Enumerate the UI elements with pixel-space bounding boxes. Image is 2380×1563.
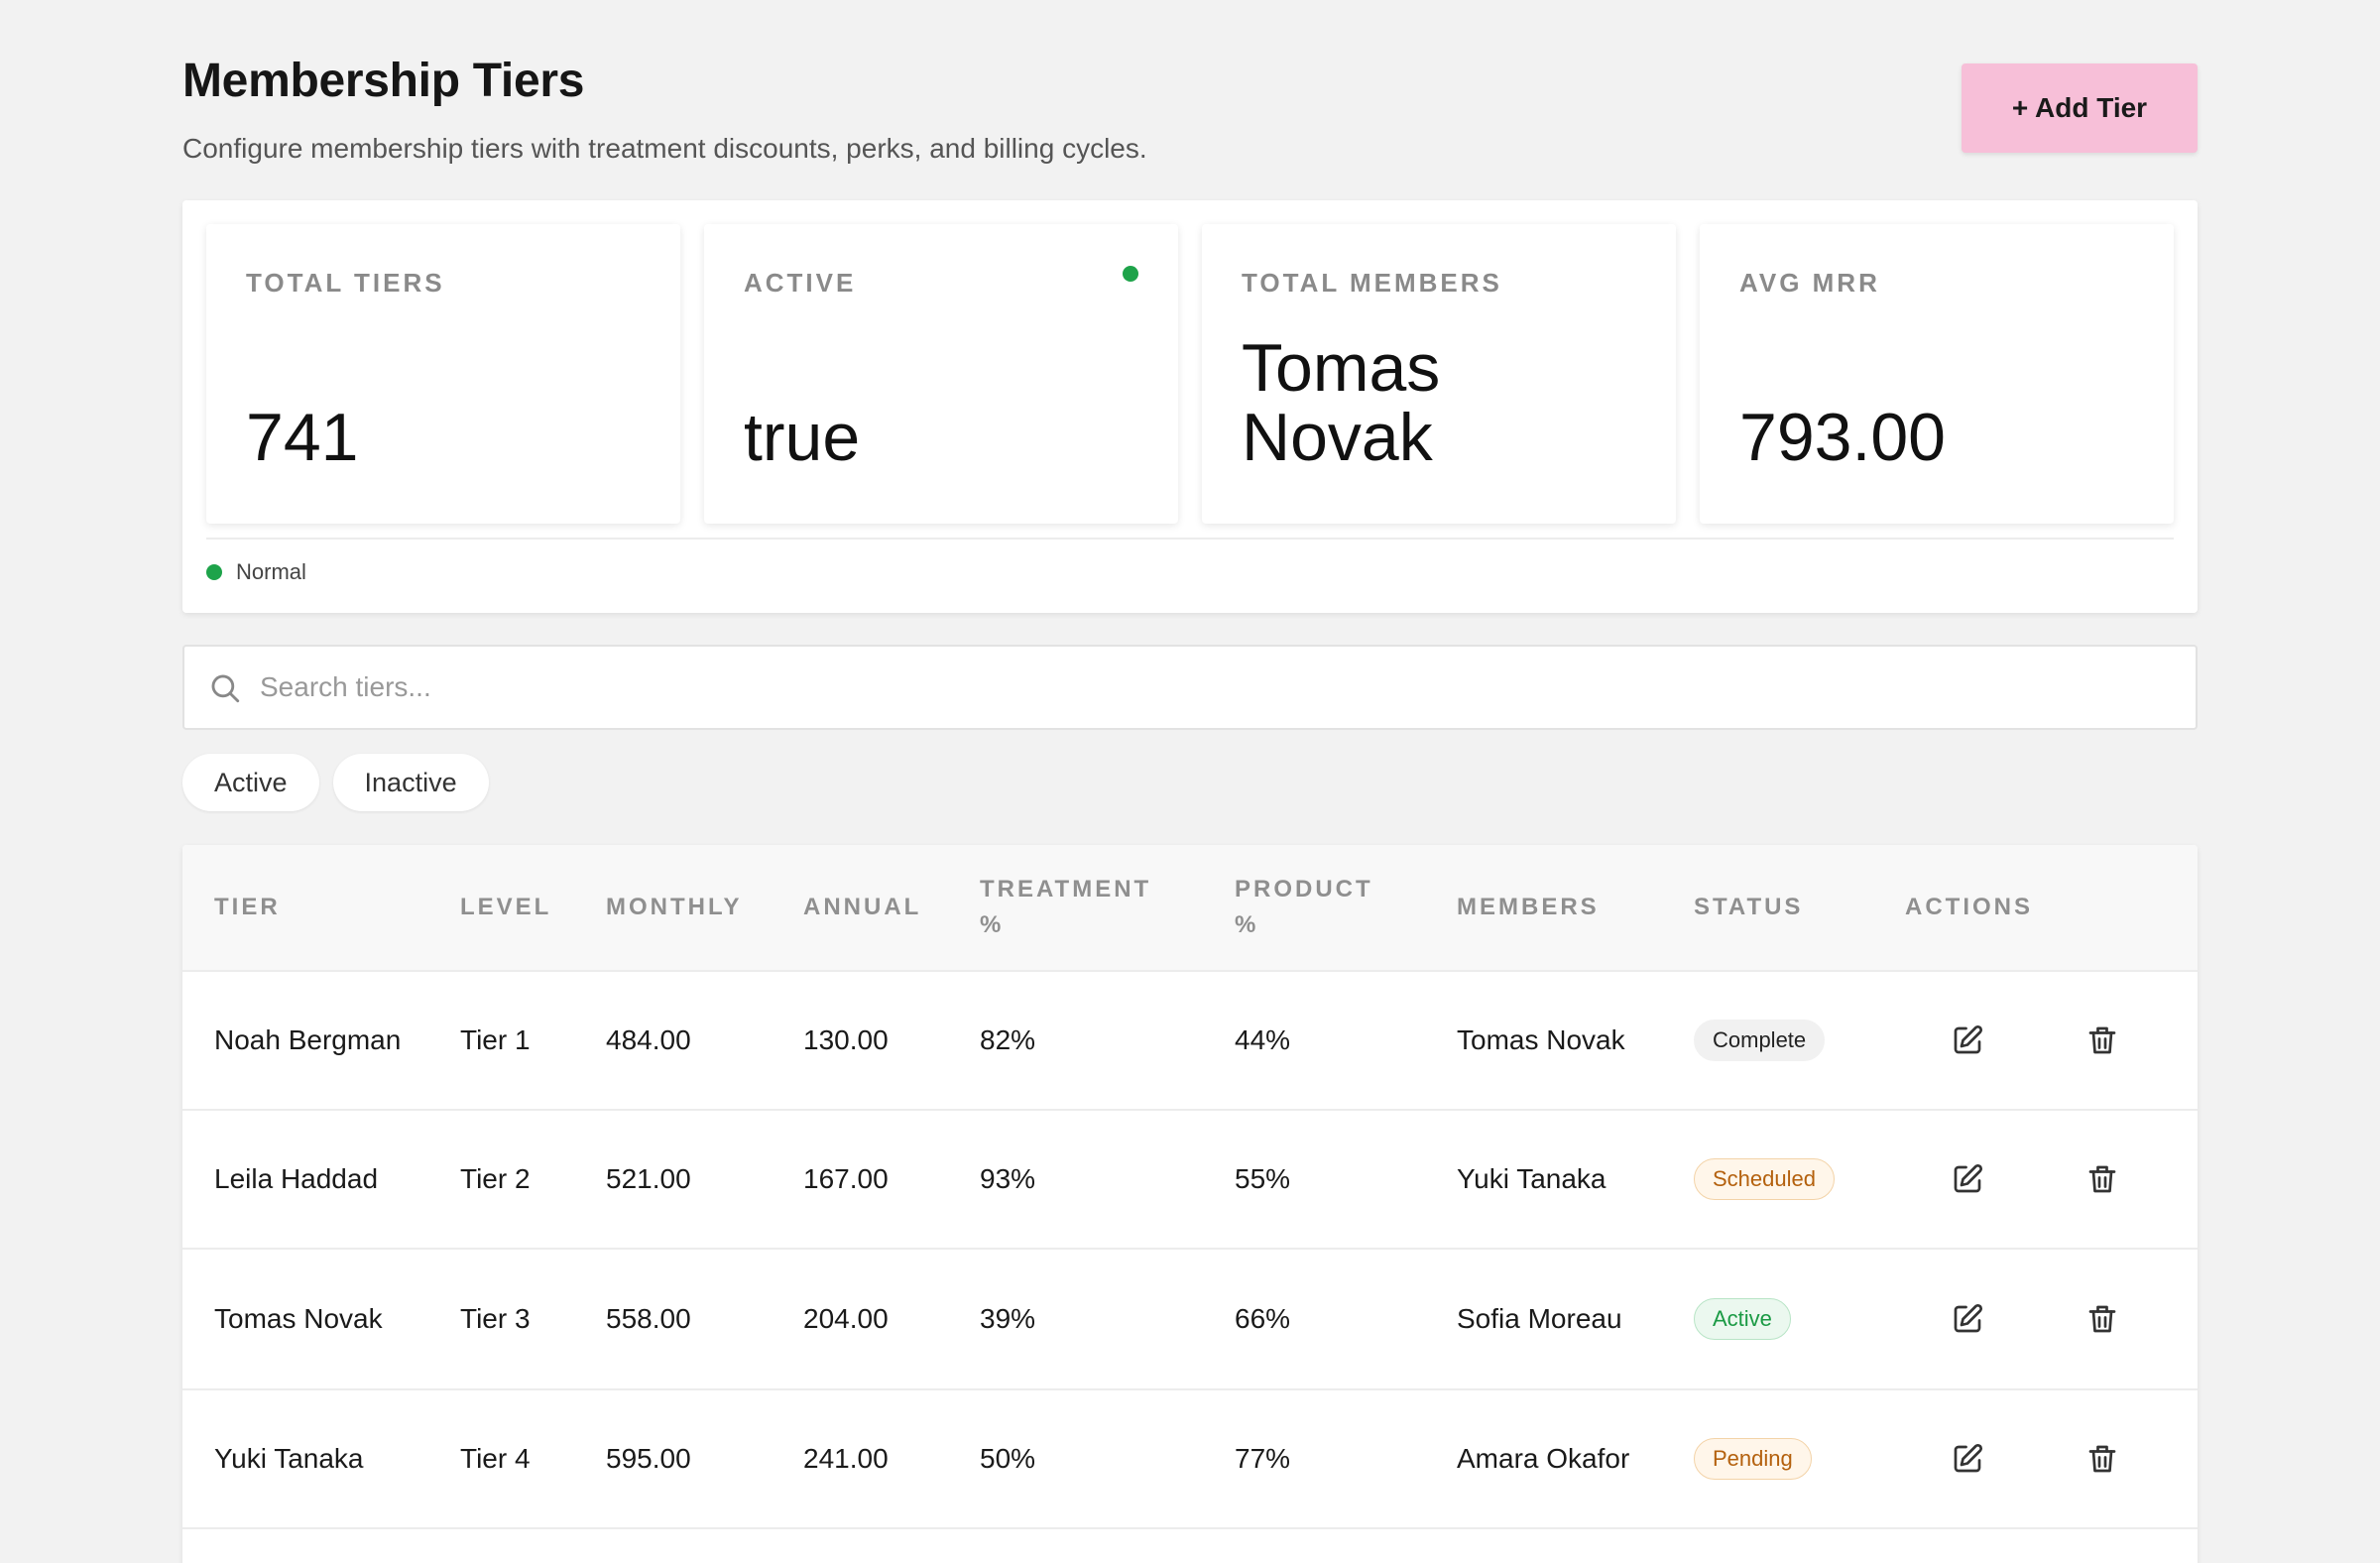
status-badge: Active <box>1694 1298 1791 1340</box>
search-box <box>182 645 2198 730</box>
column-header-tier: TIER <box>214 894 281 920</box>
status-badge: Complete <box>1694 1020 1826 1061</box>
column-header-product: PRODUCT % <box>1235 876 1373 938</box>
search-icon <box>211 674 240 703</box>
table-row: Tomas Novak Tier 3 558.00 204.00 39% 66%… <box>182 1248 2198 1388</box>
stat-label: AVG MRR <box>1739 268 1880 298</box>
column-header-status: STATUS <box>1694 894 1804 920</box>
cell-annual: 167.00 <box>803 1163 889 1194</box>
edit-icon[interactable] <box>1950 1301 1985 1337</box>
add-tier-button[interactable]: + Add Tier <box>1962 63 2198 153</box>
trash-icon[interactable] <box>2084 1301 2120 1337</box>
stats-panel: TOTAL TIERS 741 ACTIVE true TOTAL MEMBER… <box>182 200 2198 613</box>
cell-members: Sofia Moreau <box>1457 1303 1622 1334</box>
cell-monthly: 595.00 <box>606 1443 691 1474</box>
cell-annual: 130.00 <box>803 1024 889 1055</box>
stat-label: TOTAL TIERS <box>246 268 445 298</box>
column-header-members: MEMBERS <box>1457 894 1600 920</box>
stat-value: true <box>744 400 861 475</box>
cell-treatment: 93% <box>980 1163 1036 1194</box>
cell-tier: Leila Haddad <box>214 1163 379 1194</box>
trash-icon[interactable] <box>2084 1161 2120 1197</box>
cell-tier: Tomas Novak <box>214 1303 383 1334</box>
cell-product: 44% <box>1235 1024 1291 1055</box>
cell-product: 66% <box>1235 1303 1291 1334</box>
column-header-actions: ACTIONS <box>1905 894 2033 920</box>
page-title: Membership Tiers <box>182 55 585 107</box>
cell-annual: 204.00 <box>803 1303 889 1334</box>
status-indicator: Normal <box>206 559 306 585</box>
filter-chip-active[interactable]: Active <box>182 754 319 811</box>
edit-icon[interactable] <box>1950 1022 1985 1058</box>
table-row: Noah Bergman Tier 1 484.00 130.00 82% 44… <box>182 970 2198 1109</box>
status-badge: Scheduled <box>1694 1158 1835 1200</box>
filter-chip-inactive[interactable]: Inactive <box>332 754 489 811</box>
search-input[interactable] <box>260 647 2144 728</box>
status-text: Normal <box>236 559 306 584</box>
column-header-level: LEVEL <box>460 894 552 920</box>
table-row: Leila Haddad Tier 2 521.00 167.00 93% 55… <box>182 1109 2198 1248</box>
stat-value: Tomas Novak <box>1242 330 1441 475</box>
cell-level: Tier 2 <box>460 1163 531 1194</box>
stat-card-avg-mrr: AVG MRR 793.00 <box>1700 224 2174 524</box>
edit-icon[interactable] <box>1950 1161 1985 1197</box>
cell-level: Tier 3 <box>460 1303 531 1334</box>
stat-value: 793.00 <box>1739 400 1946 475</box>
trash-icon[interactable] <box>2084 1441 2120 1477</box>
cell-members: Yuki Tanaka <box>1457 1163 1606 1194</box>
cell-members: Amara Okafor <box>1457 1443 1630 1474</box>
cell-level: Tier 1 <box>460 1024 531 1055</box>
stat-card-total-tiers: TOTAL TIERS 741 <box>206 224 680 524</box>
cell-treatment: 50% <box>980 1443 1036 1474</box>
table-row: Yuki Tanaka Tier 4 595.00 241.00 50% 77%… <box>182 1388 2198 1529</box>
cell-members: Tomas Novak <box>1457 1024 1625 1055</box>
status-dot <box>206 564 222 580</box>
cell-annual: 241.00 <box>803 1443 889 1474</box>
stat-label: TOTAL MEMBERS <box>1242 268 1502 298</box>
stat-card-active: ACTIVE true <box>704 224 1178 524</box>
trash-icon[interactable] <box>2084 1022 2120 1058</box>
table-header: TIER LEVEL MONTHLY ANNUAL TREATMENT % PR… <box>182 845 2198 970</box>
cell-level: Tier 4 <box>460 1443 531 1474</box>
cell-monthly: 484.00 <box>606 1024 691 1055</box>
cell-monthly: 521.00 <box>606 1163 691 1194</box>
cell-product: 77% <box>1235 1443 1291 1474</box>
cell-product: 55% <box>1235 1163 1291 1194</box>
cell-treatment: 82% <box>980 1024 1036 1055</box>
stat-value: 741 <box>246 400 359 475</box>
tiers-table: TIER LEVEL MONTHLY ANNUAL TREATMENT % PR… <box>182 845 2198 1563</box>
status-badge: Pending <box>1694 1438 1812 1480</box>
cell-tier: Noah Bergman <box>214 1024 402 1055</box>
edit-icon[interactable] <box>1950 1441 1985 1477</box>
cell-tier: Yuki Tanaka <box>214 1443 364 1474</box>
cell-monthly: 558.00 <box>606 1303 691 1334</box>
page-subtitle: Configure membership tiers with treatmen… <box>182 133 1147 164</box>
cell-treatment: 39% <box>980 1303 1036 1334</box>
stat-card-total-members: TOTAL MEMBERS Tomas Novak <box>1202 224 1676 524</box>
divider <box>206 538 2174 540</box>
active-status-dot <box>1123 266 1138 282</box>
column-header-annual: ANNUAL <box>803 894 922 920</box>
stat-label: ACTIVE <box>744 268 857 298</box>
filter-row: Active Inactive <box>182 754 489 811</box>
column-header-treatment: TREATMENT % <box>980 876 1152 938</box>
column-header-monthly: MONTHLY <box>606 894 743 920</box>
